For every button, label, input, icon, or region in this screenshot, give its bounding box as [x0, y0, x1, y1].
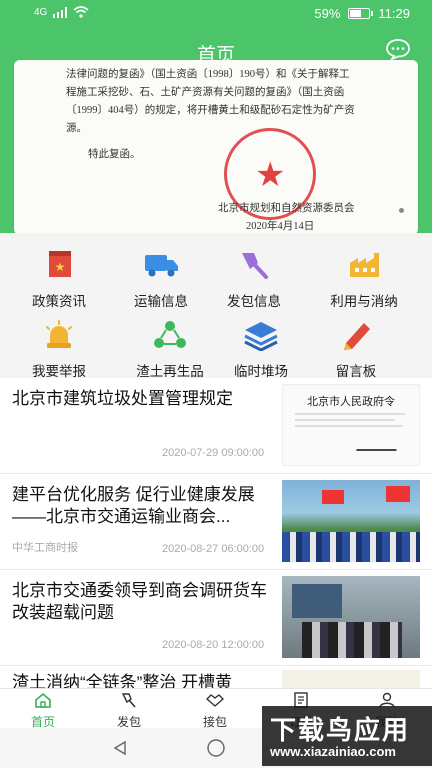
home-icon — [35, 692, 51, 708]
signal-text: 4G — [34, 6, 48, 18]
shovel-outline-icon — [121, 693, 136, 708]
watermark-url: www.xiazainiao.com — [270, 744, 396, 759]
menu-label: 运输信息 — [134, 294, 188, 309]
news-thumbnail: 北京市人民政府令 — [282, 384, 420, 466]
menu-report[interactable]: 我要举报 — [5, 319, 113, 380]
news-list: 北京市建筑垃圾处置管理规定 2020-07-29 09:00:00 北京市人民政… — [0, 378, 432, 700]
news-item[interactable]: 北京市交通委领导到商会调研货车改装超载问题 2020-08-20 12:00:0… — [0, 570, 432, 666]
watermark-title: 下载鸟应用 — [270, 715, 411, 745]
factory-icon — [350, 253, 379, 277]
news-item[interactable]: 北京市建筑垃圾处置管理规定 2020-07-29 09:00:00 北京市人民政… — [0, 378, 432, 474]
tab-home[interactable]: 首页 — [0, 692, 86, 730]
menu-label: 政策资讯 — [32, 294, 86, 309]
menu-label: 临时堆场 — [234, 364, 288, 379]
clock: 11:29 — [378, 6, 410, 21]
menu-label: 我要举报 — [32, 364, 86, 379]
news-title: 北京市交通委领导到商会调研货车改装超载问题 — [12, 581, 267, 622]
menu-utilization[interactable]: 利用与消纳 — [310, 249, 418, 310]
stack-icon — [244, 322, 278, 352]
signal-icon — [53, 6, 68, 18]
doc-line: 〔1999〕404号）的规定，将开槽黄土和级配砂石定性为矿产资 — [66, 105, 355, 116]
wifi-icon — [73, 6, 89, 18]
menu-contract[interactable]: 发包信息 — [200, 249, 308, 310]
news-date: 2020-08-27 06:00:00 — [162, 543, 265, 555]
shovel-icon — [242, 253, 268, 279]
tab-contract[interactable]: 发包 — [86, 692, 172, 730]
menu-message-board[interactable]: 留言板 — [302, 319, 410, 380]
menu-transport[interactable]: 运输信息 — [107, 249, 215, 310]
news-thumbnail — [282, 480, 420, 562]
message-icon[interactable] — [386, 38, 410, 60]
news-title: 北京市建筑垃圾处置管理规定 — [12, 389, 233, 408]
handshake-icon — [205, 694, 225, 707]
doc-signature: 北京市规划和自然资源委员会 — [218, 203, 355, 214]
menu-temp-yard[interactable]: 临时堆场 — [207, 319, 315, 380]
carousel-indicator — [399, 208, 404, 213]
status-bar: 4G 59% 11:29 — [0, 0, 432, 28]
doc-date: 2020年4月14日 — [246, 221, 315, 232]
news-item[interactable]: 建平台优化服务 促行业健康发展——北京市交通运输业商会... 中华工商时报 20… — [0, 474, 432, 570]
tab-accept[interactable]: 接包 — [172, 692, 258, 730]
policy-icon: ★ — [49, 251, 71, 277]
alarm-icon — [46, 320, 72, 348]
news-source: 中华工商时报 — [12, 542, 78, 554]
doc-line: 法律问题的复函》（国土资函〔1998〕190号）和《关于解释工 — [66, 69, 350, 80]
truck-icon — [145, 255, 178, 277]
news-thumbnail — [282, 576, 420, 658]
news-date: 2020-08-20 12:00:00 — [162, 639, 265, 651]
thumb-caption: 北京市人民政府令 — [307, 396, 395, 408]
home-circle-icon[interactable] — [206, 738, 226, 758]
doc-line: 源。 — [66, 123, 87, 134]
pen-icon — [344, 323, 370, 350]
menu-label: 留言板 — [335, 364, 377, 379]
watermark-logo: 下载鸟应用 www.xiazainiao.com — [262, 706, 432, 766]
menu-policy[interactable]: ★ 政策资讯 — [5, 249, 113, 310]
battery-icon — [348, 8, 374, 19]
news-title: 建平台优化服务 促行业健康发展——北京市交通运输业商会... — [12, 485, 255, 526]
svg-text:★: ★ — [55, 260, 66, 274]
feature-menu: ★ 政策资讯 运输信息 发包信息 利用与消纳 我要举报 渣土再生品 临时堆场 留… — [0, 233, 432, 380]
banner-carousel[interactable]: 法律问题的复函》（国土资函〔1998〕190号）和《关于解释工 程施工采挖砂、石… — [14, 60, 418, 235]
recycle-icon — [154, 321, 186, 348]
news-date: 2020-07-29 09:00:00 — [162, 447, 265, 459]
back-icon[interactable] — [112, 740, 128, 756]
doc-line: 程施工采挖砂、石、土矿产资源有关问题的复函》（国土资函 — [66, 87, 345, 98]
battery-percent: 59% — [314, 6, 341, 21]
menu-label: 发包信息 — [227, 294, 281, 309]
menu-label: 利用与消纳 — [330, 294, 398, 309]
